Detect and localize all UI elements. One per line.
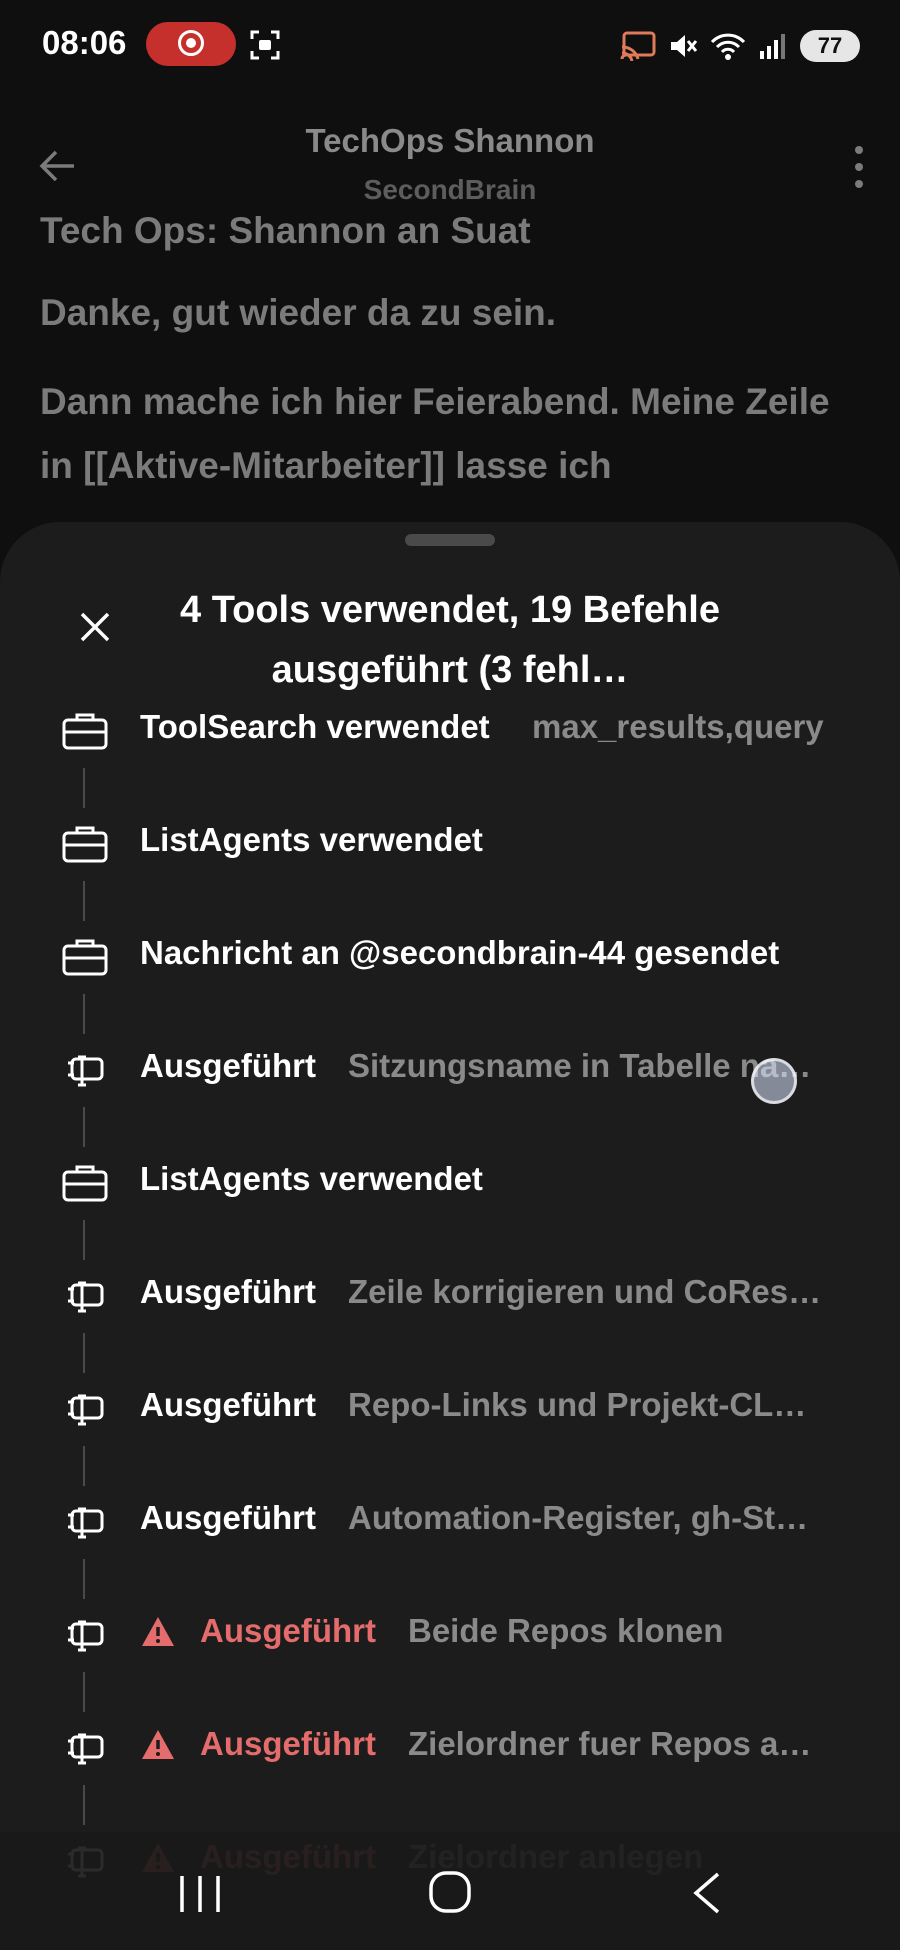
close-icon[interactable]: [70, 602, 120, 652]
tool-call-row[interactable]: ToolSearch verwendet max_results,query: [0, 684, 900, 808]
toolbox-icon: [60, 936, 110, 980]
screenshot-icon: [250, 30, 280, 60]
home-icon[interactable]: [428, 1870, 472, 1914]
toolbox-icon: [60, 710, 110, 754]
terminal-icon: [60, 1727, 110, 1771]
mute-icon: [671, 35, 698, 57]
app-header: TechOps Shannon SecondBrain: [0, 92, 900, 212]
more-options-icon[interactable]: [844, 142, 874, 192]
tool-call-detail: Repo-Links und Projekt-CL…: [348, 1386, 807, 1423]
nav-back-icon[interactable]: [688, 1870, 724, 1916]
terminal-icon: [60, 1501, 110, 1545]
tool-call-row[interactable]: Ausgeführt Zielordner fuer Repos a…: [0, 1701, 900, 1825]
chat-paragraph: Danke, gut wieder da zu sein.: [40, 292, 557, 333]
tools-bottom-sheet: 4 Tools verwendet, 19 Befehle ausgeführt…: [0, 522, 900, 1950]
terminal-icon: [60, 1614, 110, 1658]
toolbox-icon: [60, 1162, 110, 1206]
tool-call-detail: Automation-Register, gh-St…: [348, 1499, 809, 1536]
page-subtitle: SecondBrain: [363, 174, 537, 205]
tool-call-label: ToolSearch verwendet: [140, 708, 490, 745]
tool-call-detail: max_results,query: [532, 708, 824, 745]
tool-call-label: Ausgeführt: [200, 1612, 376, 1649]
tool-call-label: Nachricht an @secondbrain-44 gesendet: [140, 934, 780, 971]
tool-call-label: Ausgeführt: [140, 1047, 316, 1084]
status-bar: 08:06 77: [0, 0, 900, 92]
sheet-title: 4 Tools verwendet, 19 Befehle ausgeführt…: [180, 589, 720, 691]
tool-call-label: Ausgeführt: [140, 1386, 316, 1423]
navigation-bar: [0, 1832, 900, 1950]
tool-call-row[interactable]: Ausgeführt Repo-Links und Projekt-CL…: [0, 1362, 900, 1486]
terminal-icon: [60, 1275, 110, 1319]
drag-handle[interactable]: [405, 534, 495, 546]
wifi-icon: [710, 33, 746, 60]
tool-call-label: Ausgeführt: [140, 1499, 316, 1536]
recent-apps-icon[interactable]: [176, 1872, 224, 1916]
chat-paragraph: Dann mache ich hier Feierabend. Meine Ze…: [40, 381, 830, 486]
signal-icon: [760, 34, 785, 59]
battery-icon: 77: [800, 30, 860, 62]
tool-call-label: ListAgents verwendet: [140, 821, 483, 858]
screen-record-icon[interactable]: [146, 22, 236, 66]
tool-call-row[interactable]: Ausgeführt Automation-Register, gh-St…: [0, 1475, 900, 1599]
tool-call-label: Ausgeführt: [200, 1725, 376, 1762]
tool-call-detail: Sitzungsname in Tabelle na…: [348, 1047, 812, 1084]
touch-indicator: [751, 1058, 797, 1104]
terminal-icon: [60, 1388, 110, 1432]
chat-heading: Tech Ops: Shannon an Suat: [40, 210, 531, 251]
chat-content: Tech Ops: Shannon an Suat Danke, gut wie…: [40, 210, 860, 498]
tool-call-detail: Zeile korrigieren und CoRes…: [348, 1273, 822, 1310]
tool-call-detail: Beide Repos klonen: [408, 1612, 724, 1649]
tool-call-label: Ausgeführt: [140, 1273, 316, 1310]
warning-icon: [140, 1727, 176, 1763]
warning-icon: [140, 1614, 176, 1650]
status-time: 08:06: [42, 24, 127, 61]
cast-icon: [620, 31, 656, 61]
toolbox-icon: [60, 823, 110, 867]
status-icons: 77: [620, 24, 860, 68]
tool-call-detail: Zielordner fuer Repos a…: [408, 1725, 812, 1762]
tool-call-row[interactable]: Ausgeführt Beide Repos klonen: [0, 1588, 900, 1712]
page-title: TechOps Shannon: [305, 122, 595, 159]
tool-call-row[interactable]: ListAgents verwendet: [0, 797, 900, 921]
tool-call-row[interactable]: Nachricht an @secondbrain-44 gesendet: [0, 910, 900, 1034]
terminal-icon: [60, 1049, 110, 1093]
tool-call-row[interactable]: ListAgents verwendet: [0, 1136, 900, 1260]
tool-call-row[interactable]: Ausgeführt Zeile korrigieren und CoRes…: [0, 1249, 900, 1373]
tool-call-label: ListAgents verwendet: [140, 1160, 483, 1197]
